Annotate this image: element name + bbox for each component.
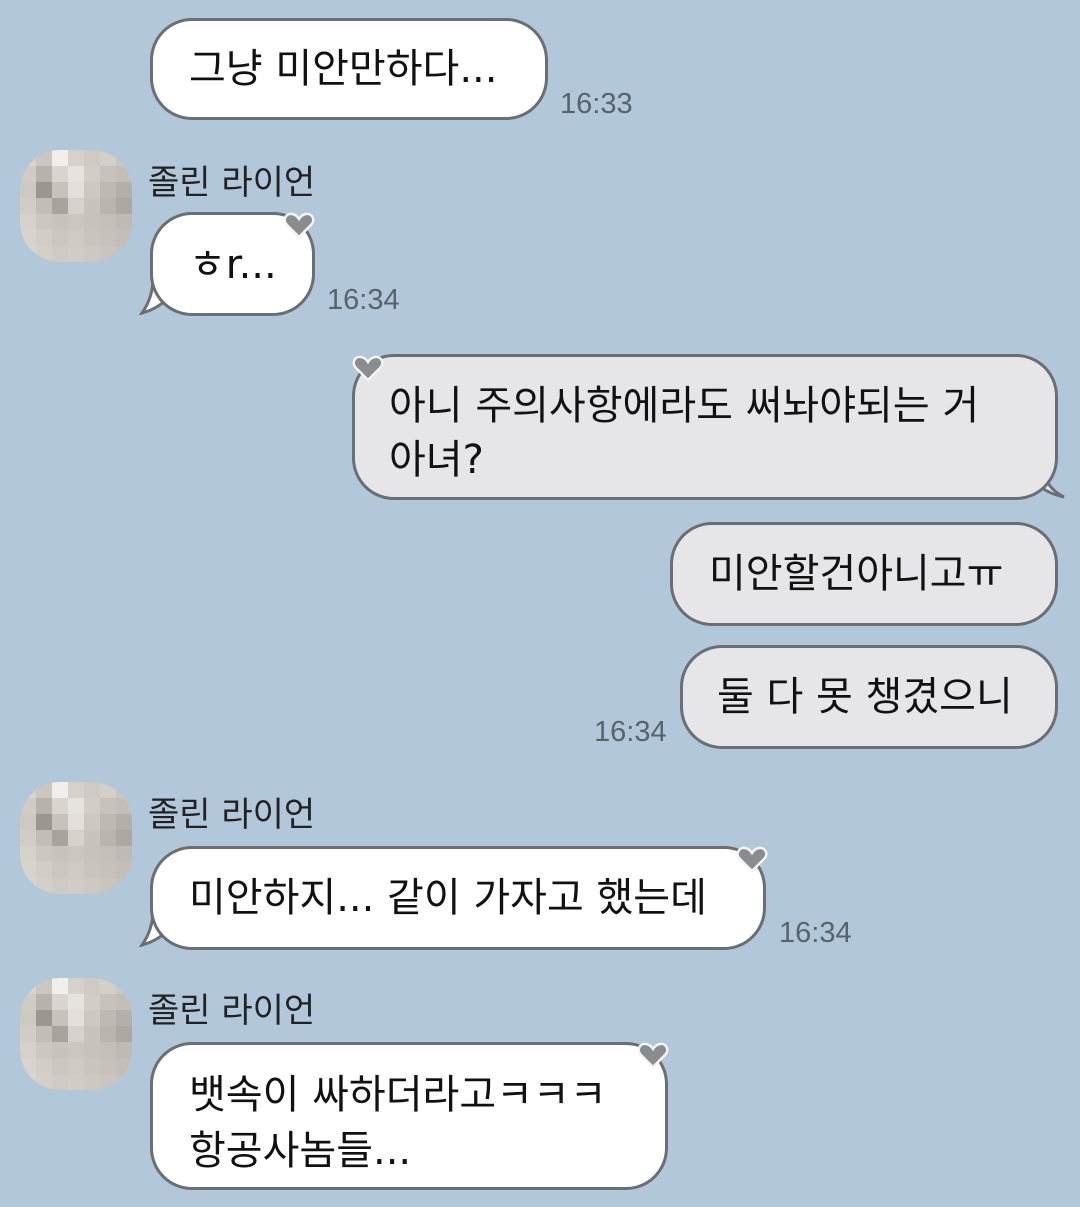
message-timestamp: 16:34 [327, 284, 400, 316]
message-text: 미안하지... 같이 가자고 했는데 [189, 875, 707, 921]
message-bubble[interactable]: 아니 주의사항에라도 써놔야되는 거 아녀? [352, 354, 1058, 500]
sender-name: 졸린 라이언 [148, 991, 316, 1031]
message-text: 둘 다 못 챙겼으니 [717, 674, 1013, 720]
message-bubble[interactable]: 미안하지... 같이 가자고 했는데 [150, 846, 766, 950]
heart-icon [736, 846, 768, 873]
message-bubble[interactable]: 그냥 미안만하다... [150, 18, 548, 120]
avatar[interactable] [20, 150, 132, 262]
message-text-line: 아녀? [389, 437, 484, 483]
message-timestamp: 16:34 [594, 716, 667, 748]
message-timestamp: 16:34 [779, 917, 852, 949]
message-bubble[interactable]: 미안할건아니고ㅠ [670, 522, 1058, 626]
message-bubble[interactable]: 둘 다 못 챙겼으니 [680, 645, 1058, 749]
heart-icon [637, 1042, 669, 1069]
message-text-line: 아니 주의사항에라도 써놔야되는 거 [389, 383, 980, 429]
heart-icon [352, 355, 384, 382]
message-text-line: 항공사놈들... [189, 1128, 412, 1174]
heart-icon [283, 212, 315, 239]
message-text: 미안할건아니고ㅠ [709, 551, 1004, 597]
message-text: 그냥 미안만하다... [189, 46, 498, 92]
avatar[interactable] [20, 978, 132, 1090]
message-text-line: 뱃속이 싸하더라고ㅋㅋㅋ [189, 1072, 607, 1118]
message-timestamp: 16:33 [560, 88, 633, 120]
avatar[interactable] [20, 782, 132, 894]
message-text: ㅎr... [189, 242, 277, 288]
sender-name: 졸린 라이언 [148, 163, 316, 203]
sender-name: 졸린 라이언 [148, 795, 316, 835]
message-bubble[interactable]: 뱃속이 싸하더라고ㅋㅋㅋ 항공사놈들... [150, 1042, 668, 1190]
